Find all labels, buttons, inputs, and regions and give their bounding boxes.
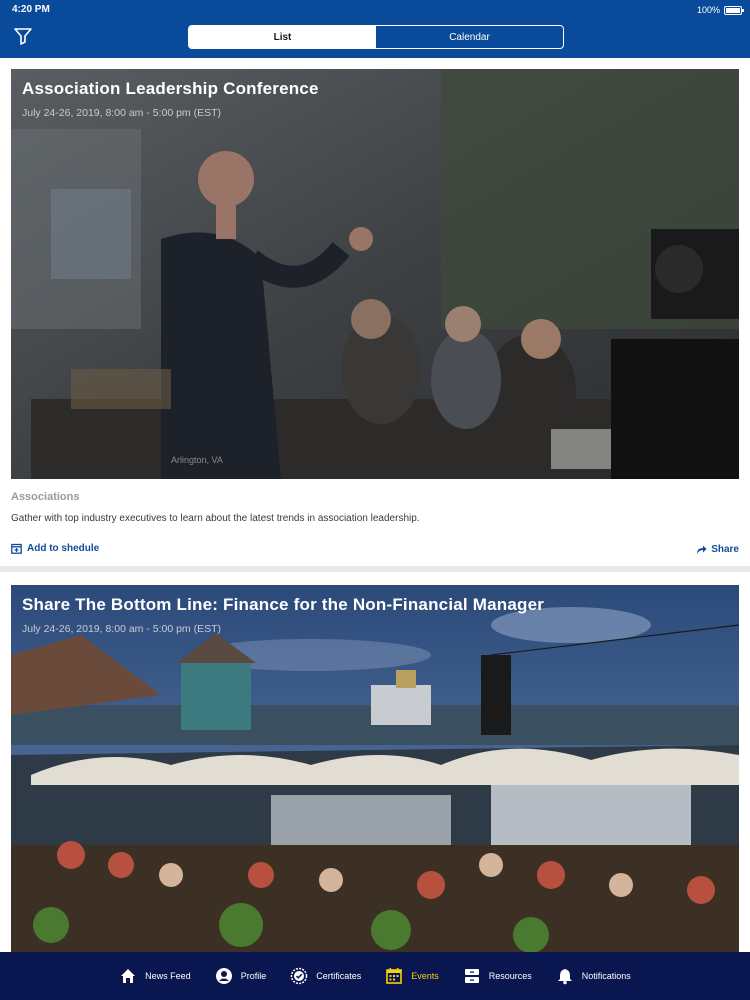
tab-label: Certificates	[316, 971, 362, 981]
tab-events[interactable]: Events	[383, 967, 441, 985]
event-image[interactable]: Association Leadership Conference July 2…	[11, 69, 739, 479]
tab-news-feed[interactable]: News Feed	[117, 967, 193, 985]
tab-profile[interactable]: Profile	[213, 967, 269, 985]
battery-status: 100%	[696, 5, 744, 15]
tab-list[interactable]: List	[189, 26, 376, 48]
event-date: July 24-26, 2019, 8:00 am - 5:00 pm (EST…	[22, 107, 222, 119]
tab-label: Profile	[240, 971, 267, 981]
share-button[interactable]: Share	[696, 544, 739, 555]
status-time: 4:20 PM	[12, 4, 50, 15]
tab-label: Notifications	[581, 971, 631, 981]
share-icon	[697, 545, 707, 554]
tab-label: Resources	[488, 971, 532, 981]
tab-label: News Feed	[145, 971, 191, 981]
photo-caption: Arlington, VA	[171, 455, 223, 465]
tab-notifications[interactable]: Notifications	[554, 967, 633, 985]
event-card: Share The Bottom Line: Finance for the N…	[0, 572, 750, 965]
battery-percent: 100%	[696, 5, 720, 15]
tab-label: Events	[411, 971, 439, 981]
event-description: Gather with top industry executives to l…	[11, 513, 420, 524]
top-bar: 4:20 PM 100% List Calendar	[0, 0, 750, 58]
home-icon	[121, 969, 136, 983]
add-to-schedule-button[interactable]: Add to shedule	[11, 543, 99, 554]
event-category: Associations	[11, 491, 80, 503]
event-title: Association Leadership Conference	[22, 79, 319, 98]
certificate-icon	[290, 967, 308, 985]
event-card: Association Leadership Conference July 2…	[0, 58, 750, 566]
harbor-photo	[11, 585, 739, 965]
battery-icon	[724, 5, 744, 15]
event-image[interactable]: Share The Bottom Line: Finance for the N…	[11, 585, 739, 965]
bottom-tab-bar: News Feed Profile Certificates Events Re…	[0, 952, 750, 1000]
view-toggle: List Calendar	[188, 25, 564, 49]
resources-icon	[464, 969, 479, 983]
tab-resources[interactable]: Resources	[461, 967, 534, 985]
event-title: Share The Bottom Line: Finance for the N…	[22, 595, 545, 614]
tab-certificates[interactable]: Certificates	[288, 967, 363, 985]
filter-icon[interactable]	[12, 25, 34, 47]
share-label: Share	[711, 544, 739, 555]
conference-photo	[11, 69, 739, 479]
bell-icon	[557, 969, 572, 985]
profile-icon	[215, 968, 232, 984]
event-date: July 24-26, 2019, 8:00 am - 5:00 pm (EST…	[22, 623, 222, 635]
calendar-icon	[386, 968, 403, 984]
calendar-add-icon	[11, 543, 22, 554]
add-to-schedule-label: Add to shedule	[27, 543, 100, 554]
tab-calendar[interactable]: Calendar	[376, 26, 563, 48]
